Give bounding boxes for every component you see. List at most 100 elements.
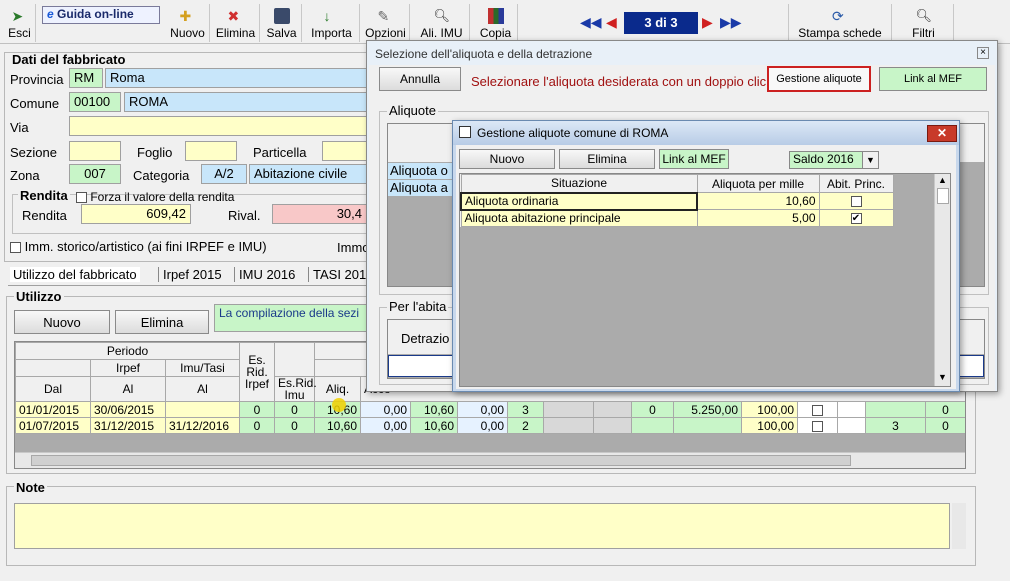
category-code-field[interactable]: A/2 <box>201 164 247 184</box>
table-cell[interactable]: 10,60 <box>410 401 458 418</box>
table-cell[interactable]: 31/12/2016 <box>165 417 240 434</box>
year-select[interactable]: Saldo 2016 ▼ <box>789 151 879 169</box>
dialog2-new-button[interactable]: Nuovo <box>459 149 555 169</box>
table-cell[interactable]: 2 <box>507 417 544 434</box>
rate-situation-cell[interactable]: Aliquota ordinaria <box>460 191 698 211</box>
city-name-field[interactable]: ROMA <box>124 92 367 112</box>
grid-hscroll[interactable] <box>15 452 965 468</box>
table-cell[interactable]: 3 <box>865 417 926 434</box>
notes-scrollbar[interactable] <box>952 503 966 549</box>
dialog1-close-icon[interactable]: × <box>977 47 989 59</box>
tab-tasi[interactable]: TASI 201 <box>308 267 366 282</box>
main-home-checkbox[interactable]: ✔ <box>850 213 862 225</box>
table-cell[interactable]: 30/06/2015 <box>90 401 166 418</box>
rival-field[interactable]: 30,4 <box>272 204 367 224</box>
first-record-icon[interactable]: ◀◀ <box>580 14 602 31</box>
guide-button[interactable]: e Guida on-line <box>42 6 160 24</box>
scroll-down-icon[interactable]: ▼ <box>938 372 947 382</box>
section-field[interactable] <box>69 141 121 161</box>
table-cell[interactable] <box>797 417 838 434</box>
table-cell[interactable]: 0 <box>925 401 965 418</box>
main-home-checkbox[interactable] <box>850 196 862 208</box>
table-cell[interactable]: 5.250,00 <box>673 401 742 418</box>
table-cell[interactable]: 0,00 <box>360 401 411 418</box>
table-cell[interactable]: 1 <box>964 417 965 434</box>
rate-value-cell[interactable]: 10,60 <box>696 192 820 210</box>
force-income-checkbox[interactable]: Forza il valore della rendita <box>76 190 234 204</box>
rate-table-row[interactable]: Aliquota ordinaria 10,60 <box>460 191 894 211</box>
table-cell[interactable]: 100,00 <box>741 401 798 418</box>
print-button[interactable]: ⟳ Stampa schede <box>788 4 892 42</box>
table-cell[interactable] <box>673 417 742 434</box>
new-button[interactable]: ✚ Nuovo <box>166 4 210 42</box>
prev-record-icon[interactable]: ◀ <box>606 14 617 31</box>
table-cell[interactable]: 100,00 <box>741 417 798 434</box>
table-cell[interactable]: 10,60 <box>314 417 361 434</box>
table-cell[interactable]: 0 <box>274 401 315 418</box>
row-checkbox[interactable] <box>812 404 823 416</box>
table-cell[interactable] <box>865 401 926 418</box>
import-button[interactable]: ↓ Importa <box>304 4 360 42</box>
rate-main-cell[interactable]: ✔ <box>818 209 894 227</box>
city-code-field[interactable]: 00100 <box>69 92 121 112</box>
table-cell[interactable] <box>543 417 594 434</box>
table-cell[interactable]: 31/12/2015 <box>90 417 166 434</box>
table-cell[interactable] <box>543 401 594 418</box>
cancel-button[interactable]: Annulla <box>379 67 461 91</box>
rate-situation-cell[interactable]: Aliquota abitazione principale <box>460 209 698 227</box>
table-cell[interactable]: 0 <box>925 417 965 434</box>
options-button[interactable]: ✎ Opzioni <box>362 4 410 42</box>
dialog2-mef-button[interactable]: Link al MEF <box>659 149 729 169</box>
delete-button[interactable]: ✖ Elimina <box>212 4 260 42</box>
table-cell[interactable] <box>593 401 632 418</box>
table-cell[interactable]: 01/01/2015 <box>15 401 91 418</box>
table-row[interactable]: 01/01/201530/06/20150010,600,0010,600,00… <box>15 401 965 418</box>
rate-row-1[interactable]: Aliquota o <box>388 163 458 179</box>
rate-value-cell[interactable]: 5,00 <box>696 209 820 227</box>
grid-hscroll-thumb[interactable] <box>31 455 851 466</box>
table-cell[interactable] <box>593 417 632 434</box>
table-cell[interactable]: 0,00 <box>457 417 508 434</box>
sheet-field[interactable] <box>185 141 237 161</box>
usage-delete-button[interactable]: Elimina <box>115 310 209 334</box>
rate-main-cell[interactable] <box>818 192 894 210</box>
rate-row-2[interactable]: Aliquota a <box>388 180 458 196</box>
province-code-field[interactable]: RM <box>69 68 103 88</box>
filter-button[interactable]: 🔍︎ Filtri <box>894 4 954 42</box>
table-cell[interactable] <box>797 401 838 418</box>
table-cell[interactable]: 10,60 <box>410 417 458 434</box>
scroll-up-icon[interactable]: ▲ <box>938 175 947 185</box>
table-cell[interactable] <box>837 401 866 418</box>
table-cell[interactable]: 0,00 <box>360 417 411 434</box>
tab-irpef[interactable]: Irpef 2015 <box>158 267 222 282</box>
exit-button[interactable]: ➤ Esci <box>4 4 36 42</box>
last-record-icon[interactable]: ▶▶ <box>720 14 742 31</box>
historic-checkbox[interactable]: Imm. storico/artistico (ai fini IRPEF e … <box>10 239 267 254</box>
table-cell[interactable] <box>837 417 866 434</box>
tab-utilizzo[interactable]: Utilizzo del fabbricato <box>10 267 140 282</box>
save-button[interactable]: Salva <box>262 4 302 42</box>
row-checkbox[interactable] <box>812 420 823 432</box>
table-cell[interactable] <box>631 417 674 434</box>
notes-field[interactable] <box>14 503 950 549</box>
copy-button[interactable]: Copia <box>474 4 518 42</box>
category-desc-field[interactable]: Abitazione civile <box>249 164 367 184</box>
tab-imu[interactable]: IMU 2016 <box>234 267 295 282</box>
rates-vscroll-thumb[interactable] <box>937 188 949 204</box>
table-cell[interactable]: 0 <box>239 401 275 418</box>
income-field[interactable]: 609,42 <box>81 204 191 224</box>
table-cell[interactable] <box>165 401 240 418</box>
table-cell[interactable]: 3 <box>507 401 544 418</box>
zone-field[interactable]: 007 <box>69 164 121 184</box>
table-cell[interactable]: 0 <box>274 417 315 434</box>
mef-link-button[interactable]: Link al MEF <box>879 67 987 91</box>
table-cell[interactable]: 1 <box>964 401 965 418</box>
dialog2-close-icon[interactable]: ✕ <box>927 125 957 142</box>
table-cell[interactable]: 01/07/2015 <box>15 417 91 434</box>
parcel-field[interactable] <box>322 141 367 161</box>
table-row[interactable]: 01/07/2015 31/12/2015 31/12/2016 0 0 10,60 0,0… <box>15 417 965 434</box>
chevron-down-icon[interactable]: ▼ <box>862 152 878 168</box>
manage-rates-button[interactable]: Gestione aliquote <box>767 66 871 92</box>
rates-vscroll[interactable]: ▲ ▼ <box>934 174 950 386</box>
street-field[interactable] <box>69 116 367 136</box>
